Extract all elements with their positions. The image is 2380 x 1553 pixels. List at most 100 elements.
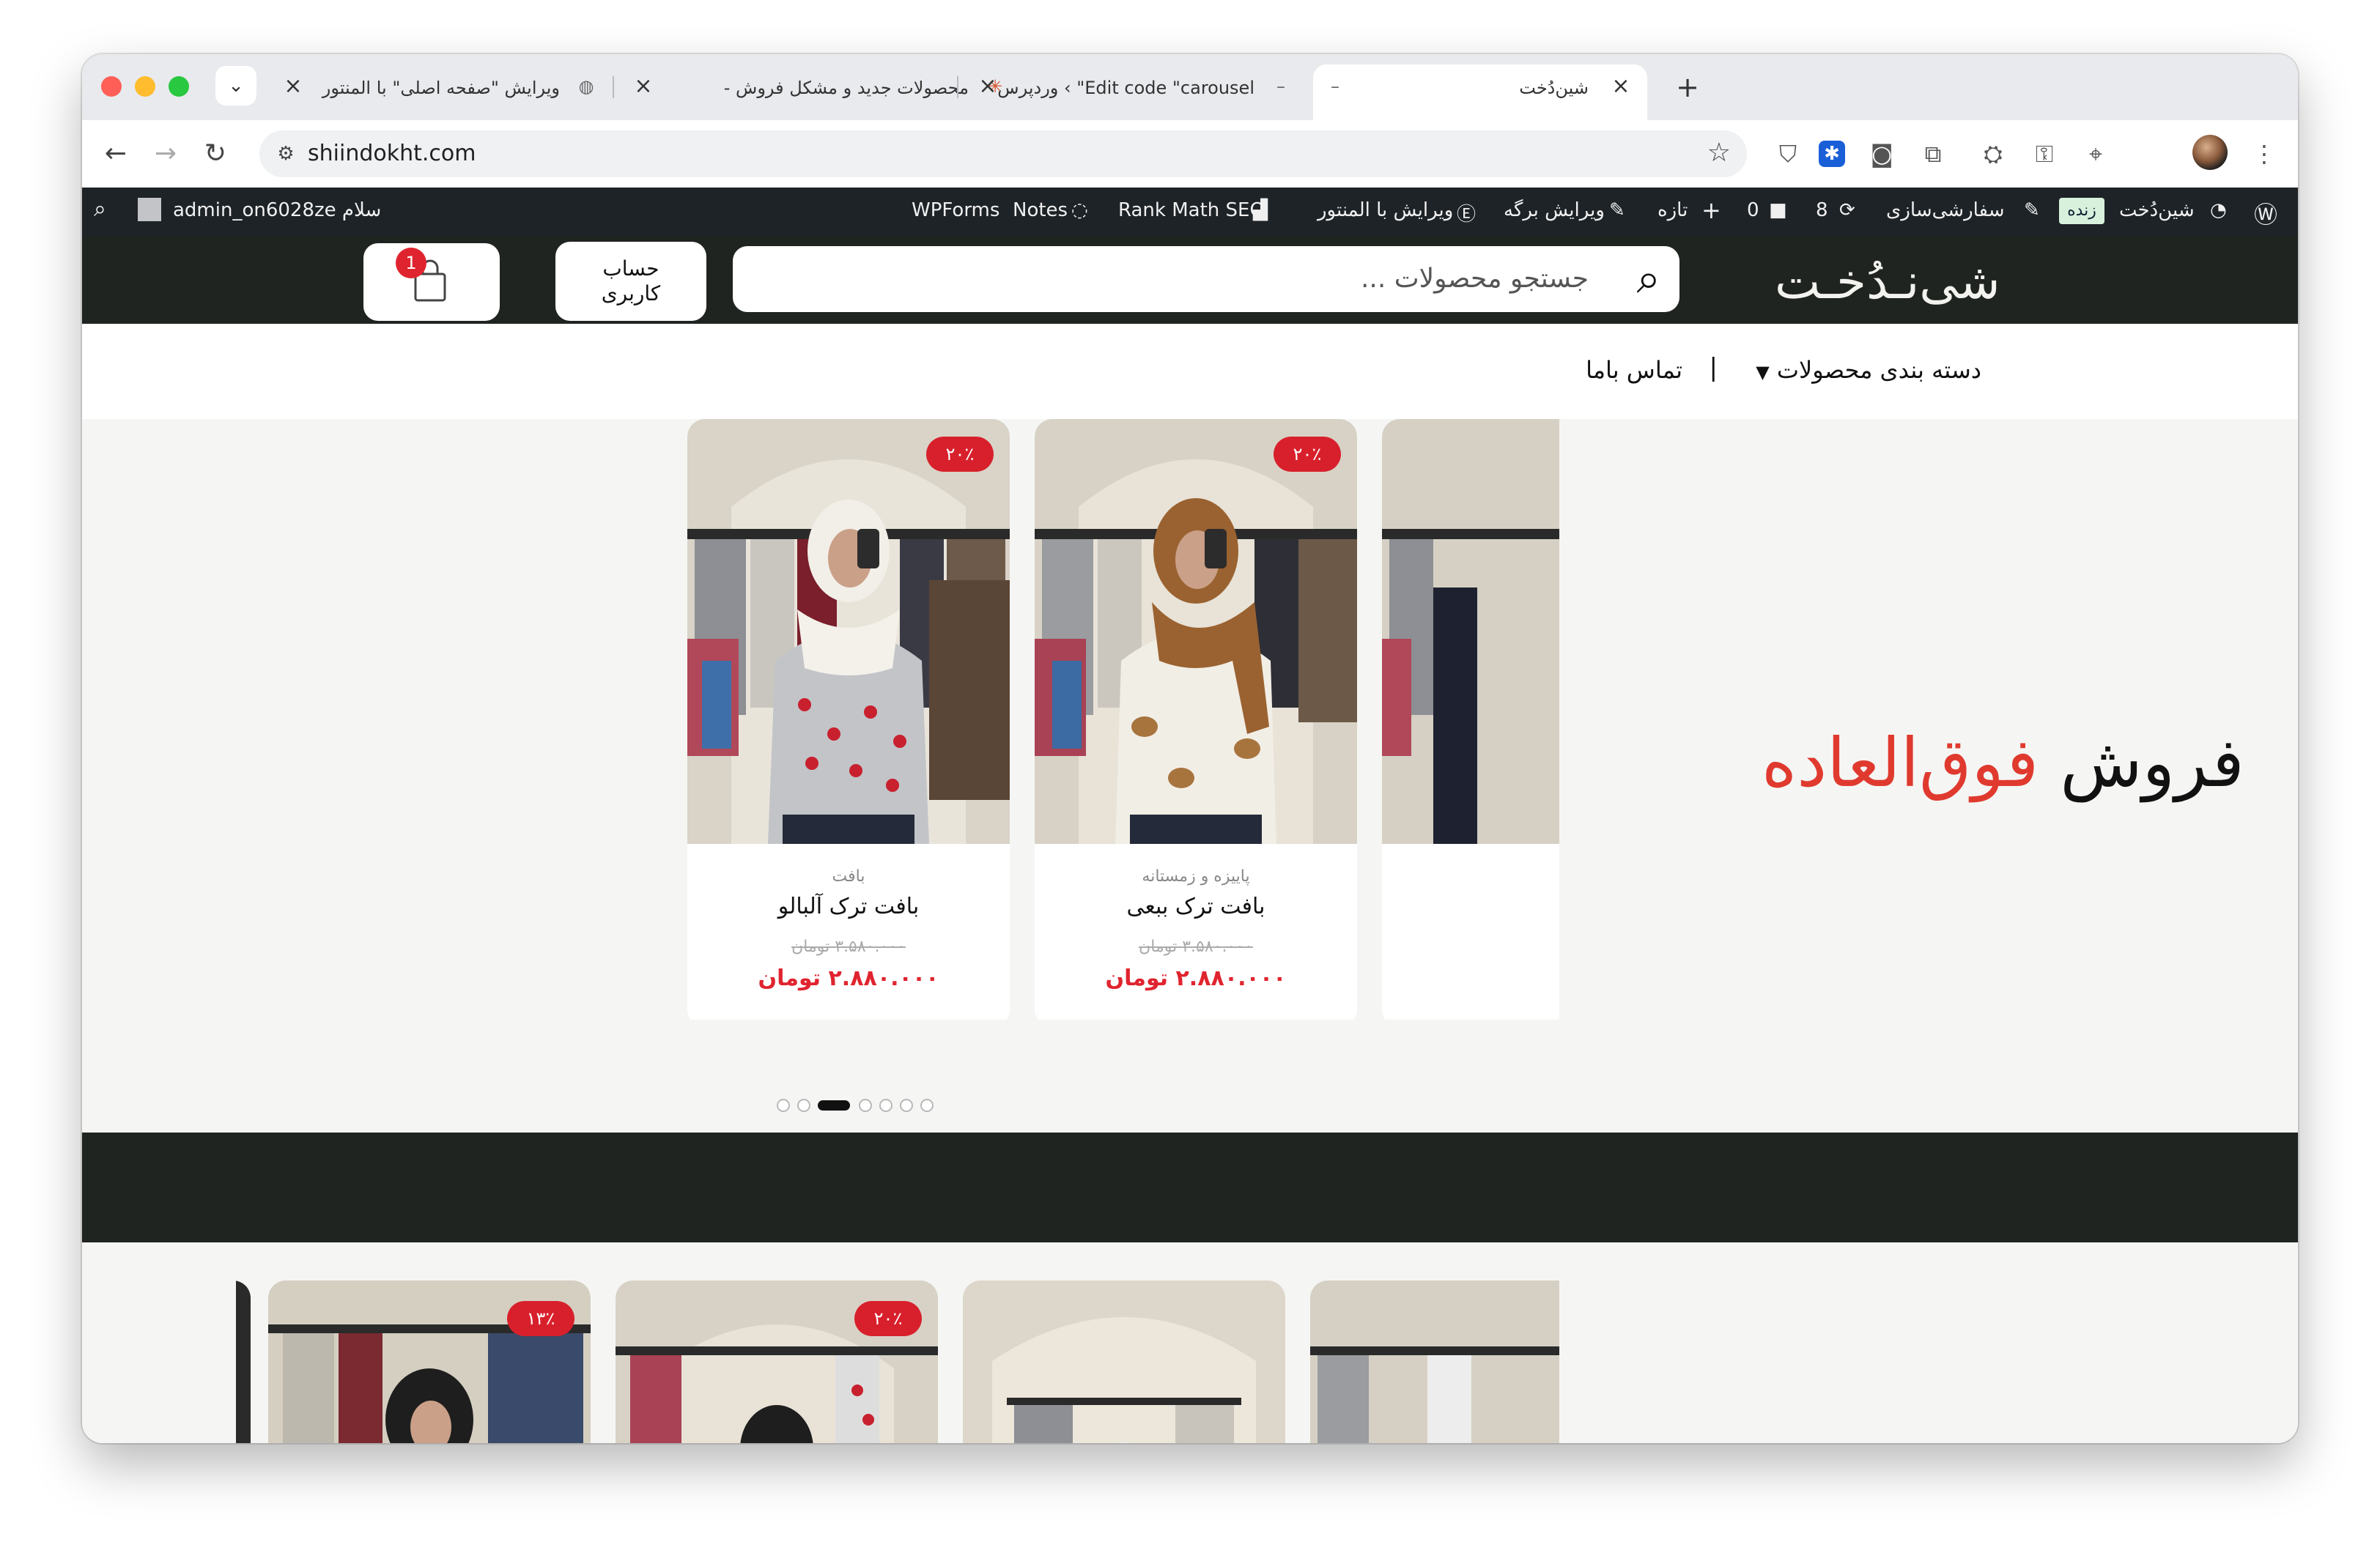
tab-elementor-edit[interactable]: ◍ ویرایش "صفحه اصلی" با المنتور ×: [274, 64, 611, 110]
menu-item-contact[interactable]: تماس باما: [1586, 356, 1682, 384]
address-bar[interactable]: ⚙ shiindokht.com ☆: [259, 130, 1747, 177]
close-icon[interactable]: ×: [632, 75, 655, 98]
sale-title-word2: فوق‌العاده: [1762, 724, 2039, 802]
bookmark-star-icon[interactable]: ☆: [1707, 138, 1731, 168]
tab-shiindokht[interactable]: – شین‌دُخت ×: [1313, 64, 1647, 120]
carousel-dot[interactable]: [859, 1099, 872, 1112]
tab-separator: [613, 76, 614, 98]
maximize-window-button[interactable]: [169, 76, 189, 97]
account-label-line1: حساب: [602, 256, 659, 281]
product-image[interactable]: ۲۰٪: [687, 419, 1010, 844]
plus-icon: +: [1701, 196, 1721, 224]
product-category[interactable]: پاییزه و زمستانه: [1035, 867, 1357, 886]
product-card[interactable]: ۲۰٪ بافت بافت ترک آلبالو ۳.۵۸۰.۰۰۰ تومان…: [687, 419, 1010, 1020]
reload-icon: ↻: [204, 138, 227, 168]
reload-button[interactable]: ↻: [195, 133, 236, 174]
carousel-dot[interactable]: [777, 1099, 790, 1112]
profile-avatar[interactable]: [2192, 135, 2228, 170]
site-header: شی‌نـدُخـت ⌕ جستجو محصولات ... حساب کارب…: [82, 236, 2298, 324]
browser-toolbar: ← → ↻ ⚙ shiindokht.com ☆ ⛉ ✱ ◙ ⧉ ⛭ ⚿ ⌖ ⋮: [82, 120, 2298, 188]
minimize-window-button[interactable]: [135, 76, 155, 97]
user-avatar-icon[interactable]: [138, 198, 161, 221]
sale-carousel[interactable]: ۲۰٪ بافت بافت ترک آلبالو ۳.۵۸۰.۰۰۰ تومان…: [687, 419, 1559, 1020]
carousel-dot[interactable]: [900, 1099, 913, 1112]
wp-new-link[interactable]: تازه: [1658, 199, 1688, 221]
wp-notes-link[interactable]: Notes: [1013, 199, 1068, 221]
location-pin-icon[interactable]: ⌖: [2080, 138, 2112, 170]
product-photo: [963, 1280, 1285, 1443]
cart-count-badge: 1: [396, 248, 426, 278]
carousel-dot-active[interactable]: [818, 1100, 850, 1111]
close-icon[interactable]: ×: [1609, 75, 1633, 98]
dash-icon: –: [1331, 76, 1339, 97]
product-card[interactable]: ۲۰٪: [616, 1280, 938, 1443]
search-icon[interactable]: ⌕: [1637, 253, 1660, 304]
second-product-row[interactable]: ۱۳٪ ۲۰٪: [236, 1280, 1559, 1443]
sale-section: فروش فوق‌العاده: [82, 419, 2298, 1133]
camera-icon[interactable]: ◙: [1866, 138, 1898, 170]
product-card-partial[interactable]: [1310, 1280, 1559, 1443]
forward-button[interactable]: →: [145, 133, 186, 174]
wp-updates-count[interactable]: 8: [1816, 199, 1828, 221]
cart-button[interactable]: 1: [363, 243, 500, 321]
wp-customize-link[interactable]: سفارشی‌سازی: [1886, 199, 2004, 221]
dash-icon: –: [1276, 76, 1285, 97]
kebab-menu-icon[interactable]: ⋮: [2248, 138, 2280, 170]
search-icon[interactable]: ⌕: [94, 196, 106, 222]
globe-icon: ◍: [578, 76, 594, 97]
product-old-price: ۳.۵۸۰.۰۰۰ تومان: [791, 938, 906, 956]
menu-item-categories[interactable]: دسته بندی محصولات ▼: [1756, 356, 1981, 384]
product-old-price: ۳.۵۸۰.۰۰۰ تومان: [1139, 938, 1253, 956]
tab-search-button[interactable]: ⌄: [215, 66, 256, 105]
back-button[interactable]: ←: [95, 133, 136, 174]
product-card[interactable]: [963, 1280, 1285, 1443]
product-image[interactable]: [1382, 419, 1559, 844]
menu-separator: |: [1709, 353, 1718, 382]
brush-icon: ✎: [2024, 199, 2040, 221]
tab-edit-code[interactable]: – Edit code "carousel" › وردپرس ×: [969, 64, 1306, 110]
product-name[interactable]: بافت ترک ببعی: [1035, 894, 1357, 919]
arrow-left-icon: ←: [104, 138, 128, 168]
site-settings-icon[interactable]: ⚙: [271, 139, 300, 168]
product-card-partial[interactable]: [1382, 419, 1559, 1020]
close-window-button[interactable]: [101, 76, 122, 97]
search-placeholder: جستجو محصولات ...: [1360, 264, 1589, 294]
wp-site-name[interactable]: شین‌دُخت: [2119, 199, 2195, 221]
product-name[interactable]: بافت ترک آلبالو: [687, 894, 1010, 919]
blue-extension-icon[interactable]: ✱: [1819, 141, 1845, 167]
product-photo: [687, 419, 1010, 844]
wp-edit-page-link[interactable]: ویرایش برگه: [1504, 199, 1605, 221]
close-icon[interactable]: ×: [281, 75, 305, 98]
wp-greeting[interactable]: سلام admin_on6028ze: [173, 199, 381, 221]
product-photo: [236, 1280, 251, 1443]
product-card-partial[interactable]: [236, 1280, 251, 1443]
wp-rank-math-link[interactable]: Rank Math SEO: [1118, 199, 1265, 221]
tab-new-products[interactable]: ✳ محصولات جدید و مشکل فروش - ×: [624, 64, 1020, 110]
close-icon[interactable]: ×: [976, 75, 999, 98]
carousel-dot[interactable]: [879, 1099, 892, 1112]
browser-window: ⌄ ◍ ویرایش "صفحه اصلی" با المنتور × ✳ مح…: [82, 54, 2298, 1443]
sale-title: فروش فوق‌العاده: [1762, 724, 2244, 802]
product-search-box[interactable]: ⌕ جستجو محصولات ...: [733, 246, 1679, 312]
product-card[interactable]: ۲۰٪ پاییزه و زمستانه بافت ترک ببعی ۳.۵۸۰…: [1035, 419, 1357, 1020]
new-tab-button[interactable]: +: [1668, 67, 1707, 107]
key-icon[interactable]: ⚿: [2028, 138, 2061, 170]
product-sale-price: ۲.۸۸۰.۰۰۰ تومان: [758, 965, 939, 991]
wp-edit-elementor-link[interactable]: ویرایش با المنتور: [1318, 199, 1453, 221]
shield-extension-icon[interactable]: ⛉: [1772, 138, 1804, 170]
arrow-right-icon: →: [154, 138, 177, 168]
wp-wpforms-link[interactable]: WPForms: [912, 199, 999, 221]
carousel-dot[interactable]: [920, 1099, 934, 1112]
wordpress-logo-icon[interactable]: Ⓦ: [2254, 196, 2277, 230]
site-logo[interactable]: شی‌نـدُخـت: [1775, 253, 2000, 310]
product-card[interactable]: ۱۳٪: [268, 1280, 591, 1443]
carousel-dot[interactable]: [797, 1099, 810, 1112]
url-text[interactable]: shiindokht.com: [308, 141, 476, 166]
product-image[interactable]: ۲۰٪: [1035, 419, 1357, 844]
incognito-icon[interactable]: ⛭: [1977, 138, 2009, 170]
puzzle-extensions-icon[interactable]: ⧉: [1917, 138, 1949, 170]
wp-comments-count[interactable]: 0: [1747, 199, 1759, 221]
product-photo: [1035, 419, 1357, 844]
account-button[interactable]: حساب کاربری: [555, 242, 706, 321]
product-category[interactable]: بافت: [687, 867, 1010, 886]
